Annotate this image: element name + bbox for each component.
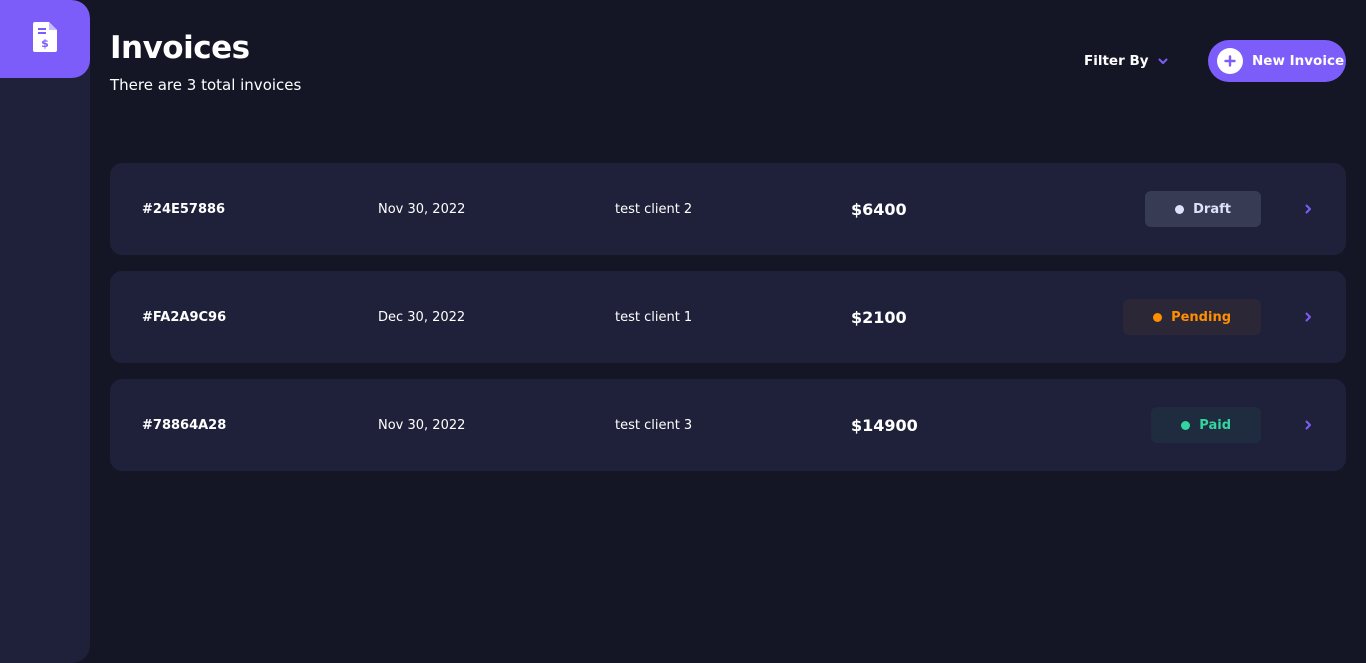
invoice-due-date: Nov 30, 2022 [378,417,466,433]
invoice-list: #24E57886 Nov 30, 2022 test client 2 $64… [110,163,1346,487]
status-badge: Pending [1123,299,1261,335]
invoice-row[interactable]: #78864A28 Nov 30, 2022 test client 3 $14… [110,379,1346,471]
status-badge: Draft [1145,191,1261,227]
plus-icon [1217,48,1243,74]
svg-text:$: $ [41,37,49,50]
app-logo[interactable]: $ [0,0,90,78]
new-invoice-label: New Invoice [1252,53,1345,69]
status-dot [1181,420,1191,430]
status-label: Draft [1193,201,1231,217]
invoice-row[interactable]: #24E57886 Nov 30, 2022 test client 2 $64… [110,163,1346,255]
status-dot [1175,204,1185,214]
filter-dropdown[interactable]: Filter By [1084,50,1169,72]
page-title: Invoices [110,30,250,66]
new-invoice-button[interactable]: New Invoice [1208,40,1346,82]
invoice-amount: $6400 [851,199,907,219]
invoice-row[interactable]: #FA2A9C96 Dec 30, 2022 test client 1 $21… [110,271,1346,363]
invoice-due-date: Dec 30, 2022 [378,309,466,325]
chevron-right-icon[interactable] [1302,311,1314,323]
status-badge: Paid [1151,407,1261,443]
invoice-client: test client 3 [615,417,693,433]
invoice-id: #FA2A9C96 [142,309,227,325]
invoice-due-date: Nov 30, 2022 [378,201,466,217]
invoice-dollar-icon: $ [33,22,57,56]
chevron-right-icon[interactable] [1302,419,1314,431]
chevron-right-icon[interactable] [1302,203,1314,215]
invoice-client: test client 1 [615,309,693,325]
invoice-amount: $14900 [851,415,918,435]
invoice-id: #78864A28 [142,417,227,433]
invoice-amount: $2100 [851,307,907,327]
chevron-down-icon [1157,55,1169,67]
invoice-id: #24E57886 [142,201,226,217]
sidebar: $ [0,0,90,663]
invoice-client: test client 2 [615,201,693,217]
filter-label: Filter By [1084,53,1149,69]
app-root: $ Invoices There are 3 total invoices Fi… [0,0,1366,663]
status-dot [1153,312,1163,322]
invoice-count-subtitle: There are 3 total invoices [110,76,302,94]
status-label: Pending [1171,309,1231,325]
status-label: Paid [1199,417,1231,433]
